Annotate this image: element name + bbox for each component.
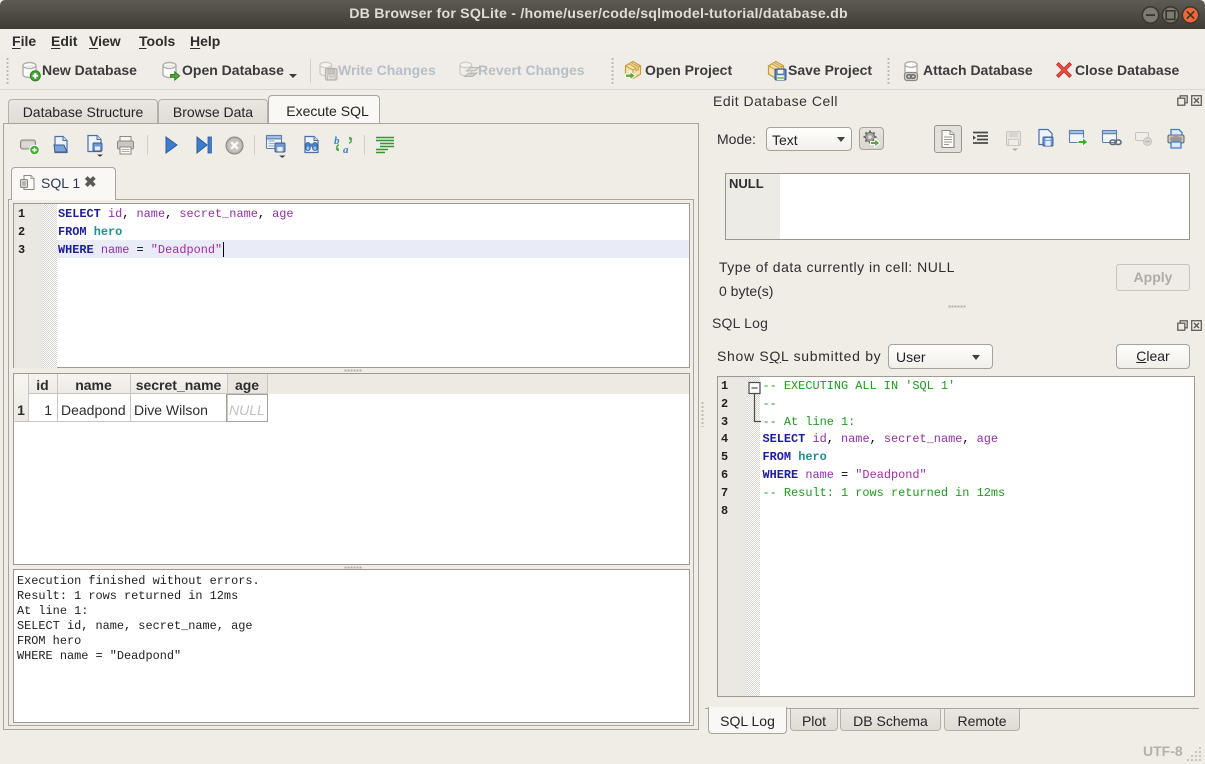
svg-text:a: a <box>343 144 349 156</box>
